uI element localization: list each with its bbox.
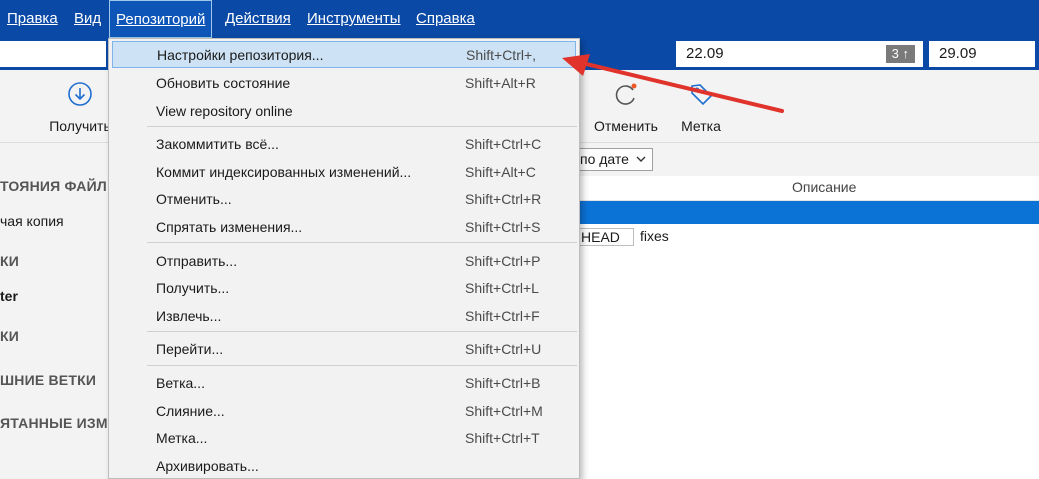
tag-button[interactable]: Метка bbox=[674, 70, 728, 142]
column-header-description[interactable]: Описание bbox=[792, 179, 856, 195]
menu-item-label: Закоммитить всё... bbox=[156, 135, 279, 152]
menu-item-label: Метка... bbox=[156, 429, 208, 446]
branch-field-2[interactable]: 29.09 bbox=[929, 41, 1035, 67]
menu-separator bbox=[147, 331, 577, 332]
menu-item-shortcut: Shift+Alt+C bbox=[465, 163, 536, 180]
ahead-count-badge: 3 ↑ bbox=[885, 45, 915, 63]
menu-view[interactable]: Вид bbox=[74, 0, 101, 38]
menu-item-merge[interactable]: Слияние... Shift+Ctrl+M bbox=[112, 397, 576, 424]
tag-icon bbox=[691, 84, 713, 106]
menu-item-checkout[interactable]: Перейти... Shift+Ctrl+U bbox=[112, 335, 576, 362]
menu-item-label: Извлечь... bbox=[156, 307, 222, 324]
menu-item-archive[interactable]: Архивировать... bbox=[112, 452, 576, 479]
menu-item-commit-all[interactable]: Закоммитить всё... Shift+Ctrl+C bbox=[112, 130, 576, 157]
menu-actions[interactable]: Действия bbox=[225, 0, 291, 38]
menu-item-pull[interactable]: Получить... Shift+Ctrl+L bbox=[112, 274, 576, 301]
commit-description: fixes bbox=[640, 228, 669, 244]
menu-help[interactable]: Справка bbox=[416, 0, 475, 38]
menu-item-label: Настройки репозитория... bbox=[157, 46, 324, 63]
menu-item-shortcut: Shift+Ctrl+T bbox=[465, 429, 540, 446]
sort-select[interactable]: по дате bbox=[568, 148, 653, 171]
sidebar-header-tags[interactable]: КИ bbox=[0, 328, 19, 344]
menu-item-shortcut: Shift+Ctrl+F bbox=[465, 307, 540, 324]
menu-item-shortcut: Shift+Ctrl+, bbox=[466, 46, 537, 63]
branch-field-1[interactable]: 22.09 3 ↑ bbox=[676, 41, 923, 67]
sidebar-item-working-copy[interactable]: чая копия bbox=[0, 213, 64, 229]
menu-item-label: Перейти... bbox=[156, 340, 224, 357]
tag-label: Метка bbox=[681, 118, 721, 134]
menu-item-label: Спрятать изменения... bbox=[156, 218, 303, 235]
sidebar-header-branches[interactable]: КИ bbox=[0, 253, 19, 269]
sort-select-value: по дате bbox=[580, 151, 629, 167]
menu-tools[interactable]: Инструменты bbox=[307, 0, 401, 38]
menu-item-push[interactable]: Отправить... Shift+Ctrl+P bbox=[112, 247, 576, 274]
menu-item-label: View repository online bbox=[156, 102, 293, 119]
menu-item-refresh-status[interactable]: Обновить состояние Shift+Alt+R bbox=[112, 69, 576, 96]
menu-item-shortcut: Shift+Ctrl+R bbox=[465, 190, 542, 207]
menu-item-shortcut: Shift+Ctrl+P bbox=[465, 252, 541, 269]
menu-item-commit-staged[interactable]: Коммит индексированных изменений... Shif… bbox=[112, 158, 576, 185]
sidebar-item-master[interactable]: ter bbox=[0, 288, 18, 304]
menu-item-shortcut: Shift+Alt+R bbox=[465, 74, 536, 91]
menu-item-stash[interactable]: Спрятать изменения... Shift+Ctrl+S bbox=[112, 213, 576, 240]
menu-item-label: Обновить состояние bbox=[156, 74, 291, 91]
menu-bar: Правка Вид Репозиторий Действия Инструме… bbox=[0, 0, 1039, 38]
menu-item-label: Коммит индексированных изменений... bbox=[156, 163, 412, 180]
menu-item-label: Слияние... bbox=[156, 402, 225, 419]
menu-item-shortcut: Shift+Ctrl+C bbox=[465, 135, 542, 152]
menu-repository[interactable]: Репозиторий bbox=[109, 0, 213, 38]
sidebar-header-remotes[interactable]: ШНИЕ ВЕТКИ bbox=[0, 372, 96, 388]
menu-item-shortcut: Shift+Ctrl+U bbox=[465, 340, 542, 357]
menu-item-shortcut: Shift+Ctrl+B bbox=[465, 374, 541, 391]
path-field[interactable] bbox=[0, 41, 106, 67]
branch-field-2-text: 29.09 bbox=[939, 45, 977, 62]
menu-item-fetch[interactable]: Извлечь... Shift+Ctrl+F bbox=[112, 302, 576, 329]
menu-item-shortcut: Shift+Ctrl+L bbox=[465, 279, 539, 296]
sidebar-header-stashes[interactable]: ЯТАННЫЕ ИЗМ bbox=[0, 415, 108, 431]
menu-item-label: Отменить... bbox=[156, 190, 232, 207]
menu-item-label: Ветка... bbox=[156, 374, 205, 391]
menu-separator bbox=[147, 126, 577, 127]
menu-item-repository-settings[interactable]: Настройки репозитория... Shift+Ctrl+, bbox=[112, 41, 576, 68]
menu-item-label: Отправить... bbox=[156, 252, 238, 269]
undo-button[interactable]: Отменить bbox=[588, 70, 664, 142]
menu-separator bbox=[147, 365, 577, 366]
menu-edit[interactable]: Правка bbox=[7, 0, 58, 38]
menu-item-tag[interactable]: Метка... Shift+Ctrl+T bbox=[112, 424, 576, 451]
menu-item-branch[interactable]: Ветка... Shift+Ctrl+B bbox=[112, 369, 576, 396]
sidebar: ТОЯНИЯ ФАЙЛ чая копия КИ ter КИ ШНИЕ ВЕТ… bbox=[0, 143, 108, 479]
undo-icon bbox=[615, 83, 637, 105]
menu-item-revert[interactable]: Отменить... Shift+Ctrl+R bbox=[112, 185, 576, 212]
menu-item-label: Получить... bbox=[156, 279, 230, 296]
menu-item-shortcut: Shift+Ctrl+M bbox=[465, 402, 543, 419]
chevron-down-icon bbox=[636, 156, 646, 162]
undo-label: Отменить bbox=[594, 118, 658, 134]
repository-dropdown-menu: Настройки репозитория... Shift+Ctrl+, Об… bbox=[108, 38, 580, 479]
head-tag-badge: HEAD bbox=[578, 228, 634, 246]
menu-item-shortcut: Shift+Ctrl+S bbox=[465, 218, 541, 235]
pull-icon bbox=[68, 82, 92, 106]
menu-item-view-online[interactable]: View repository online bbox=[112, 97, 576, 124]
menu-item-label: Архивировать... bbox=[156, 457, 259, 474]
branch-field-1-text: 22.09 bbox=[686, 45, 724, 62]
menu-separator bbox=[147, 242, 577, 243]
sidebar-header-file-status[interactable]: ТОЯНИЯ ФАЙЛ bbox=[0, 178, 107, 194]
